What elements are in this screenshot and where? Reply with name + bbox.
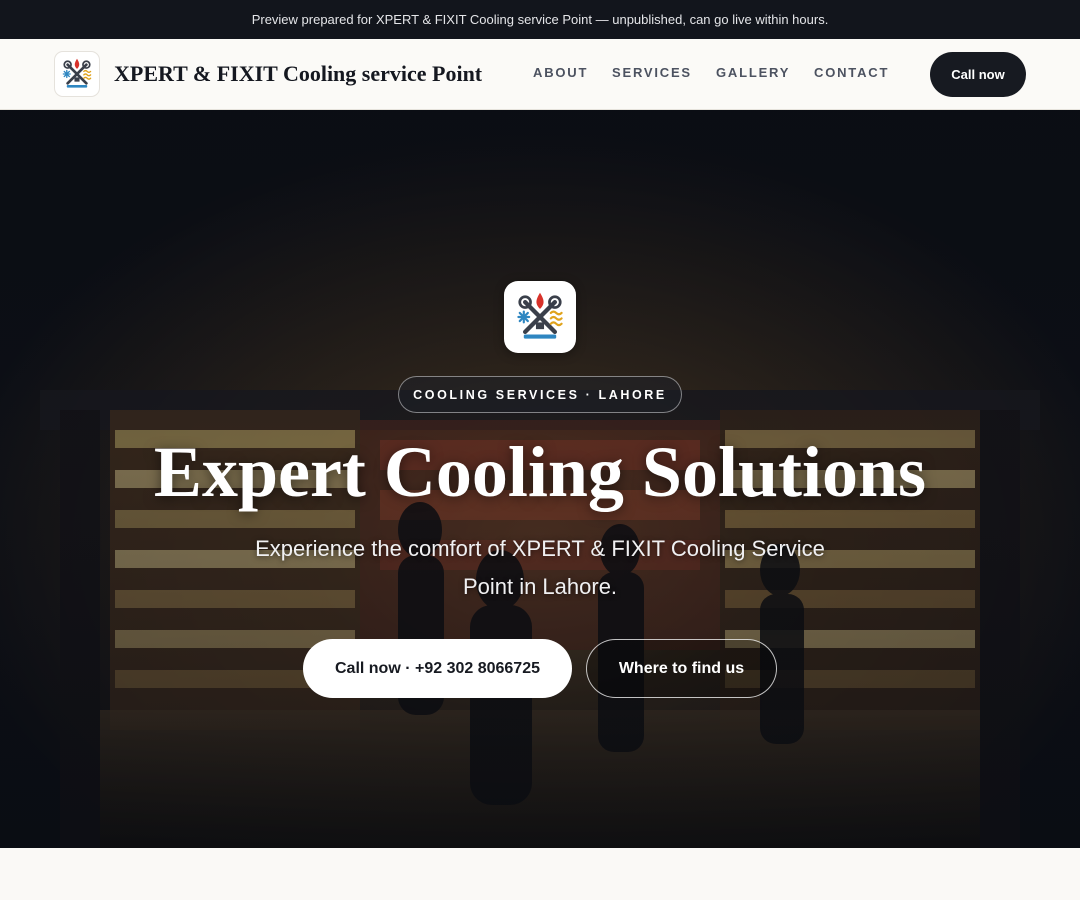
nav-item-about[interactable]: ABOUT (533, 65, 588, 80)
preview-banner-text: Preview prepared for XPERT & FIXIT Cooli… (251, 12, 829, 27)
nav-item-services[interactable]: SERVICES (612, 65, 692, 80)
preview-banner: Preview prepared for XPERT & FIXIT Cooli… (0, 0, 1080, 39)
nav-item-contact[interactable]: CONTACT (814, 65, 889, 80)
nav-item-gallery[interactable]: GALLERY (716, 65, 790, 80)
hero-section: COOLING SERVICES · LAHORE Expert Cooling… (0, 110, 1080, 848)
hero-title: Expert Cooling Solutions (153, 432, 927, 512)
site-header: XPERT & FIXIT Cooling service Point ABOU… (0, 39, 1080, 110)
hero-subtitle: Experience the comfort of XPERT & FIXIT … (255, 536, 825, 599)
hero-logo (504, 281, 576, 353)
hero-badge: COOLING SERVICES · LAHORE (398, 376, 682, 413)
call-now-phone-button[interactable]: Call now · +92 302 8066725 (303, 639, 572, 698)
xpert-fixit-logo-icon (517, 292, 563, 339)
main-nav: ABOUT SERVICES GALLERY CONTACT (0, 65, 1080, 83)
where-to-find-us-button[interactable]: Where to find us (586, 639, 777, 698)
header-call-button[interactable]: Call now (930, 52, 1026, 97)
